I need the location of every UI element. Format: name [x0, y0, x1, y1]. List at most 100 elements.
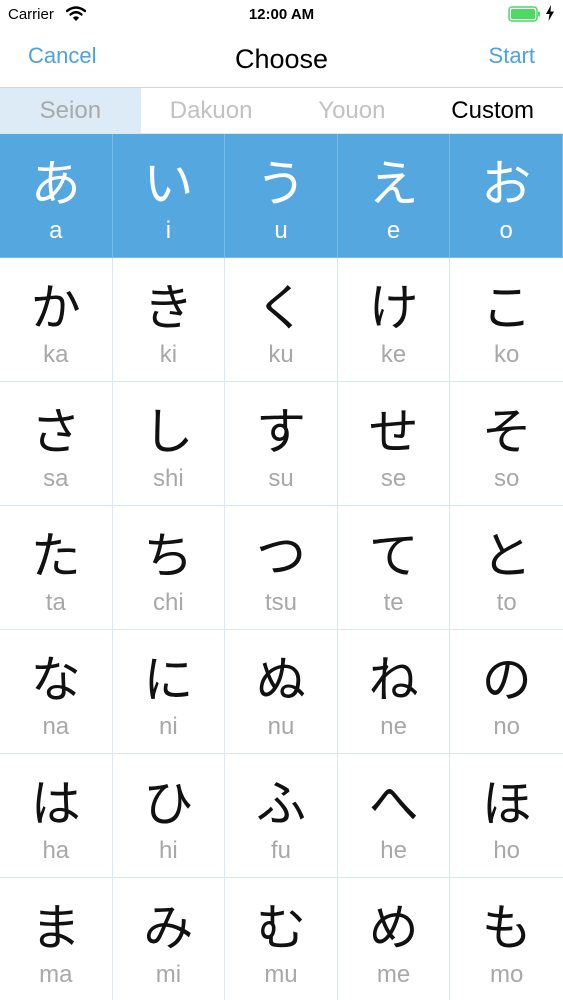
kana-cell[interactable]: も mo — [450, 878, 563, 1000]
kana-cell[interactable]: あa — [0, 134, 113, 258]
tab-youon[interactable]: Youon — [282, 88, 423, 133]
romaji-label: so — [494, 465, 520, 492]
kana-cell[interactable]: ね ne — [337, 630, 451, 754]
kana-cell[interactable]: な na — [0, 630, 113, 754]
kana-character: つ — [255, 527, 306, 585]
romaji-label: sa — [43, 465, 69, 492]
kana-cell[interactable]: た ta — [0, 506, 113, 630]
kana-cell[interactable]: て te — [337, 506, 451, 630]
kana-cell[interactable]: ほ ho — [450, 754, 563, 878]
romaji-label: na — [42, 713, 70, 740]
romaji-label: ta — [45, 589, 66, 616]
kana-character: く — [255, 279, 306, 337]
category-tabs: Seion Dakuon Youon Custom — [0, 88, 563, 133]
kana-cell[interactable]: に ni — [112, 630, 226, 754]
kana-cell[interactable]: く ku — [225, 258, 338, 382]
page-title: Choose — [234, 44, 329, 74]
kana-cell[interactable]: ち chi — [112, 506, 226, 630]
kana-character: そ — [481, 403, 532, 461]
kana-cell[interactable]: き ki — [112, 258, 226, 382]
kana-character: う — [255, 155, 306, 213]
romaji-label: te — [383, 589, 404, 616]
romaji-label: ho — [493, 837, 521, 864]
kana-character: い — [143, 155, 194, 213]
romaji-label: su — [268, 465, 294, 492]
kana-cell[interactable]: す su — [225, 382, 338, 506]
battery-icon — [508, 6, 542, 27]
romaji-label: ni — [159, 713, 178, 740]
romaji-label: a — [49, 217, 63, 244]
kana-character: へ — [368, 775, 419, 833]
kana-character: む — [255, 899, 306, 957]
kana-cell[interactable]: と to — [450, 506, 563, 630]
kana-character: も — [481, 899, 532, 957]
kana-character: ひ — [143, 775, 194, 833]
kana-character: の — [481, 651, 532, 709]
kana-character: え — [368, 155, 419, 213]
romaji-label: nu — [267, 713, 295, 740]
romaji-label: se — [380, 465, 407, 492]
kana-character: に — [143, 651, 194, 709]
kana-character: し — [143, 403, 194, 461]
kana-cell[interactable]: ま ma — [0, 878, 113, 1000]
kana-cell[interactable]: ぬ nu — [225, 630, 338, 754]
kana-character: ち — [143, 527, 194, 585]
kana-cell[interactable]: へ he — [337, 754, 451, 878]
kana-cell[interactable]: こ ko — [450, 258, 563, 382]
kana-character: か — [30, 279, 81, 337]
romaji-label: chi — [153, 589, 184, 616]
tab-dakuon[interactable]: Dakuon — [141, 88, 282, 133]
kana-cell[interactable]: め me — [338, 878, 451, 1000]
romaji-label: tsu — [264, 589, 297, 616]
romaji-label: me — [376, 961, 411, 988]
start-button[interactable]: Start — [489, 43, 535, 69]
kana-grid: あ a い i う u え e お o か ka き ki く ku け ke こ ko さ sa し shi す su せ se そ s… — [0, 133, 563, 1000]
kana-character: て — [368, 527, 419, 585]
kana-character: あ — [30, 155, 81, 213]
romaji-label: u — [274, 217, 288, 244]
kana-cell[interactable]: し shi — [112, 382, 226, 506]
kana-cell[interactable]: み mi — [113, 878, 226, 1000]
kana-character: と — [481, 527, 532, 585]
romaji-label: mu — [264, 961, 298, 988]
tab-seion[interactable]: Seion — [0, 88, 141, 133]
kana-character: め — [368, 899, 419, 957]
kana-character: た — [30, 527, 81, 585]
kana-cell[interactable]: む mu — [225, 878, 338, 1000]
kana-cell[interactable]: えe — [337, 134, 451, 258]
romaji-label: no — [493, 713, 521, 740]
kana-cell[interactable]: そ so — [450, 382, 563, 506]
tab-custom[interactable]: Custom — [422, 88, 563, 133]
kana-character: お — [481, 155, 532, 213]
kana-cell[interactable]: け ke — [337, 258, 451, 382]
kana-cell[interactable]: つ tsu — [225, 506, 338, 630]
kana-cell[interactable]: か ka — [0, 258, 113, 382]
kana-character: み — [143, 899, 194, 957]
status-time: 12:00 AM — [248, 6, 315, 23]
kana-cell[interactable]: いi — [112, 134, 226, 258]
romaji-label: mi — [155, 961, 182, 988]
romaji-label: he — [380, 837, 407, 864]
romaji-label: ku — [268, 341, 294, 368]
kana-character: ね — [368, 651, 419, 709]
kana-cell[interactable]: せ se — [337, 382, 451, 506]
romaji-label: i — [165, 217, 172, 244]
kana-cell[interactable]: うu — [225, 134, 338, 258]
romaji-label: shi — [153, 465, 184, 492]
kana-cell[interactable]: おo — [450, 134, 563, 258]
kana-cell[interactable]: の no — [450, 630, 563, 754]
romaji-label: e — [386, 217, 401, 244]
kana-cell[interactable]: さ sa — [0, 382, 113, 506]
kana-character: ま — [30, 899, 81, 957]
romaji-label: to — [496, 589, 517, 616]
kana-cell[interactable]: ひ hi — [112, 754, 226, 878]
romaji-label: ke — [380, 341, 407, 368]
kana-cell[interactable]: は ha — [0, 754, 113, 878]
kana-character: ぬ — [255, 651, 306, 709]
charging-bolt-icon — [545, 5, 555, 26]
status-bar: Carrier 12:00 AM — [0, 0, 563, 30]
kana-character: は — [30, 775, 81, 833]
kana-character: こ — [481, 279, 532, 337]
kana-cell[interactable]: ふ fu — [225, 754, 338, 878]
kana-character: せ — [368, 403, 419, 461]
